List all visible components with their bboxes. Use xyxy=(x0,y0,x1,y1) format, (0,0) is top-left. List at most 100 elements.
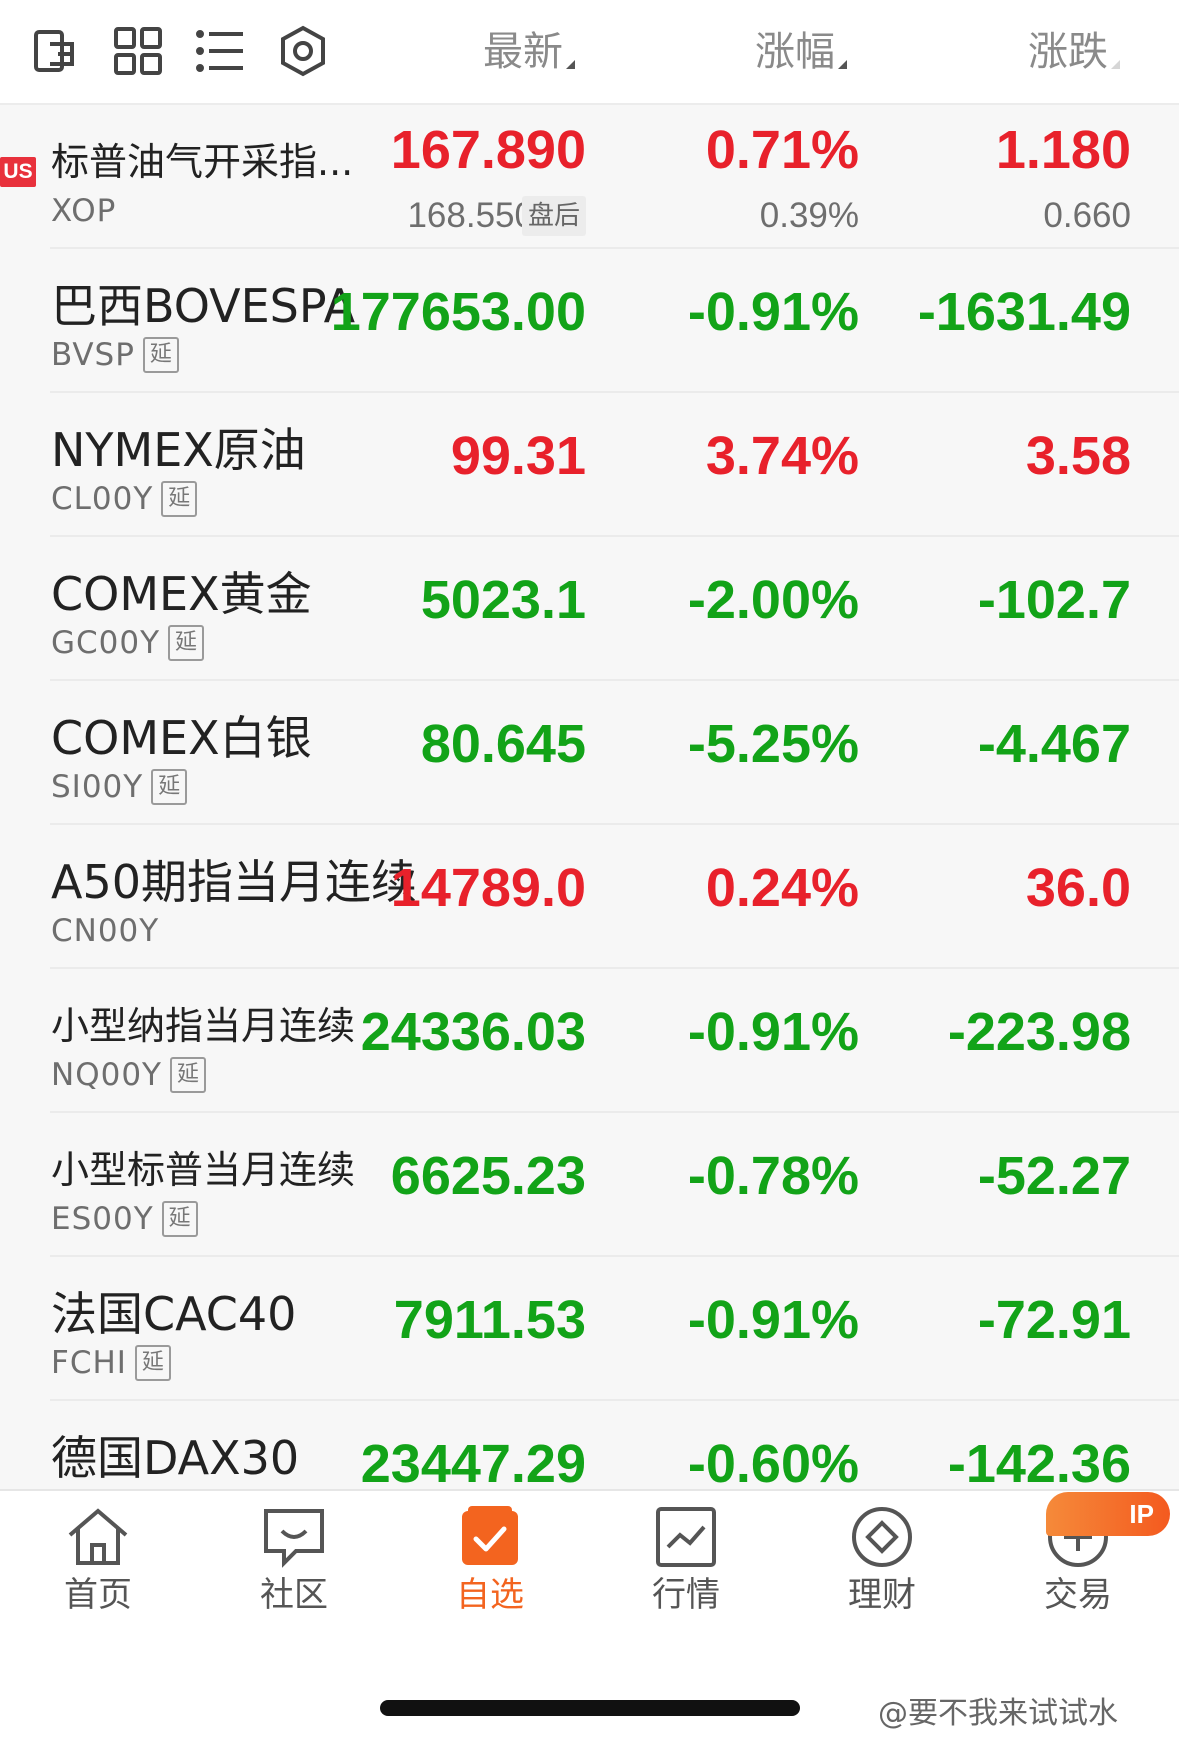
instrument-name: 小型纳指当月连续 xyxy=(51,1004,356,1048)
latest-price: 5023.1 xyxy=(420,570,586,630)
watchlist-icon xyxy=(462,1506,518,1565)
instrument-code-line: GC00Y 延 xyxy=(51,625,205,665)
after-hours-change: 0.660 xyxy=(1043,196,1131,235)
latest-price: 177653.00 xyxy=(330,282,586,342)
quote-row[interactable]: COMEX黄金 GC00Y 延 5023.1 -2.00% -102.7 xyxy=(0,537,1179,681)
delayed-badge: 延 xyxy=(161,481,198,517)
quote-row[interactable]: US 标普油气开采指... XOP 167.890 0.71% 1.180 168.550 盘… xyxy=(0,105,1179,249)
latest-price: 23447.29 xyxy=(360,1434,586,1489)
change-amount: -72.91 xyxy=(977,1290,1131,1350)
sort-icon xyxy=(1111,60,1120,69)
top-toolbar: 最新 涨幅 涨跌 xyxy=(0,0,1179,105)
change-amount: -1631.49 xyxy=(917,282,1131,342)
nav-wealth[interactable]: 理财 xyxy=(817,1503,947,1623)
latest-price: 6625.23 xyxy=(390,1146,586,1206)
latest-price: 167.890 xyxy=(390,120,586,180)
instrument-code-line: CN00Y xyxy=(51,913,159,953)
promo-badge[interactable]: IP xyxy=(1046,1492,1170,1536)
change-amount: -142.36 xyxy=(947,1434,1131,1489)
instrument-code: FCHI xyxy=(51,1345,127,1381)
change-percent: -5.25% xyxy=(687,714,859,774)
sort-icon xyxy=(838,60,847,69)
settings-icon[interactable] xyxy=(276,24,330,78)
instrument-code: XOP xyxy=(51,193,117,229)
nav-community[interactable]: 社区 xyxy=(229,1503,359,1623)
list-icon[interactable] xyxy=(193,24,247,78)
market-badge: US xyxy=(0,157,36,187)
change-percent: -0.78% xyxy=(687,1146,859,1206)
watchlist: US 标普油气开采指... XOP 167.890 0.71% 1.180 168.550 盘… xyxy=(0,105,1179,1489)
quote-row[interactable]: 巴西BOVESPA BVSP 延 177653.00 -0.91% -1631.49 xyxy=(0,249,1179,393)
home-icon xyxy=(68,1508,128,1565)
change-amount: -52.27 xyxy=(977,1146,1131,1206)
after-hours-tag-wrap: 盘后 xyxy=(516,191,586,237)
instrument-code: CN00Y xyxy=(51,913,160,949)
instrument-code-line: FCHI 延 xyxy=(51,1345,171,1385)
delayed-badge: 延 xyxy=(151,769,188,805)
instrument-code-line: CL00Y 延 xyxy=(51,481,198,521)
nav-watchlist[interactable]: 自选 xyxy=(425,1503,555,1623)
latest-price: 80.645 xyxy=(420,714,586,774)
instrument-name: A50期指当月连续 xyxy=(51,855,418,909)
change-percent: 3.74% xyxy=(705,426,859,486)
after-hours-tag: 盘后 xyxy=(521,195,586,236)
latest-price: 99.31 xyxy=(450,426,586,486)
change-amount: 3.58 xyxy=(1025,426,1131,486)
instrument-code: SI00Y xyxy=(51,769,144,805)
nav-home[interactable]: 首页 xyxy=(33,1503,163,1623)
instrument-code: ES00Y xyxy=(51,1201,154,1237)
after-hours-percent: 0.39% xyxy=(759,196,859,235)
instrument-name: 法国CAC40 xyxy=(51,1287,297,1341)
quote-row[interactable]: 小型标普当月连续 ES00Y 延 6625.23 -0.78% -52.27 xyxy=(0,1113,1179,1257)
column-header-latest[interactable]: 最新 xyxy=(483,22,575,82)
change-amount: 36.0 xyxy=(1025,858,1131,918)
sort-icon xyxy=(566,60,575,69)
change-amount: -102.7 xyxy=(977,570,1131,630)
change-percent: -0.91% xyxy=(687,282,859,342)
quote-row[interactable]: 小型纳指当月连续 NQ00Y 延 24336.03 -0.91% -223.98 xyxy=(0,969,1179,1113)
latest-price: 14789.0 xyxy=(390,858,586,918)
instrument-name: 小型标普当月连续 xyxy=(51,1148,356,1192)
market-chart-icon xyxy=(656,1507,716,1567)
nav-market[interactable]: 行情 xyxy=(621,1503,751,1623)
instrument-name: 标普油气开采指... xyxy=(51,140,354,184)
change-percent: 0.24% xyxy=(705,858,859,918)
change-amount: 1.180 xyxy=(995,120,1131,180)
change-amount: -223.98 xyxy=(947,1002,1131,1062)
instrument-code-line: BVSP 延 xyxy=(51,337,179,377)
community-icon xyxy=(264,1509,324,1568)
quote-row[interactable]: NYMEX原油 CL00Y 延 99.31 3.74% 3.58 xyxy=(0,393,1179,537)
instrument-name: COMEX白银 xyxy=(51,711,312,765)
instrument-code: NQ00Y xyxy=(51,1057,162,1093)
latest-price: 24336.03 xyxy=(360,1002,586,1062)
instrument-code-line: ES00Y 延 xyxy=(51,1201,198,1241)
instrument-name: NYMEX原油 xyxy=(51,423,306,477)
quote-row[interactable]: COMEX白银 SI00Y 延 80.645 -5.25% -4.467 xyxy=(0,681,1179,825)
change-percent: -0.60% xyxy=(687,1434,859,1489)
watermark: @要不我来试试水 xyxy=(878,1696,1118,1731)
instrument-code: CL00Y xyxy=(51,481,154,517)
column-header-change-pct[interactable]: 涨幅 xyxy=(755,22,847,82)
latest-price: 7911.53 xyxy=(393,1290,586,1350)
instrument-name: 巴西BOVESPA xyxy=(51,279,356,333)
change-percent: 0.71% xyxy=(705,120,859,180)
delayed-badge: 延 xyxy=(142,337,179,373)
delayed-badge: 延 xyxy=(134,1345,171,1381)
instrument-code-line: NQ00Y 延 xyxy=(51,1057,206,1097)
quote-row[interactable]: 法国CAC40 FCHI 延 7911.53 -0.91% -72.91 xyxy=(0,1257,1179,1401)
import-icon[interactable] xyxy=(30,24,84,78)
quote-row[interactable]: 德国DAX30 23447.29 -0.60% -142.36 xyxy=(0,1401,1179,1489)
home-indicator xyxy=(380,1700,800,1716)
change-percent: -2.00% xyxy=(687,570,859,630)
grid-icon[interactable] xyxy=(111,24,165,78)
quote-row[interactable]: A50期指当月连续 CN00Y 14789.0 0.24% 36.0 xyxy=(0,825,1179,969)
delayed-badge: 延 xyxy=(169,1057,206,1093)
instrument-code-line: SI00Y 延 xyxy=(51,769,188,809)
column-header-change[interactable]: 涨跌 xyxy=(1028,22,1120,82)
instrument-name: COMEX黄金 xyxy=(51,567,312,621)
instrument-code-line: XOP xyxy=(51,193,116,233)
delayed-badge: 延 xyxy=(161,1201,198,1237)
change-percent: -0.91% xyxy=(687,1002,859,1062)
instrument-code: BVSP xyxy=(51,337,135,373)
change-amount: -4.467 xyxy=(977,714,1131,774)
